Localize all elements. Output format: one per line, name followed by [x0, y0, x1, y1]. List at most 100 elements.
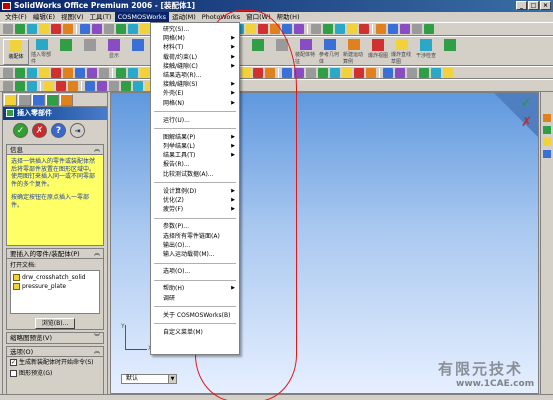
- motion-manager-tab-icon[interactable]: [60, 94, 73, 106]
- menu-item-7[interactable]: 窗口(W): [243, 12, 274, 22]
- menu-item[interactable]: 材料(T) ▶: [151, 43, 239, 52]
- toolbar3-button-icon[interactable]: [395, 67, 405, 78]
- minimize-button[interactable]: _: [516, 1, 527, 10]
- toolbar3-button-icon[interactable]: [366, 67, 376, 78]
- toolbar4-button-icon[interactable]: [56, 80, 66, 91]
- toolbar1-button-icon[interactable]: [104, 24, 114, 34]
- toolbar1-button-icon[interactable]: [270, 24, 280, 34]
- menu-item[interactable]: 参数(P)...: [151, 222, 239, 231]
- command-button-10[interactable]: [247, 39, 269, 65]
- toolbar3-button-icon[interactable]: [306, 67, 316, 78]
- command-button-3[interactable]: [79, 39, 101, 65]
- menu-item[interactable]: 选项(O)...: [151, 267, 239, 276]
- file-explorer-icon[interactable]: [543, 138, 551, 146]
- graphics-preview-checkbox[interactable]: [10, 370, 17, 377]
- command-button-14[interactable]: 新建运动算例: [343, 39, 365, 65]
- menu-item[interactable]: 接触/缝隙(C) ▶: [151, 62, 239, 71]
- menu-item[interactable]: 载荷/约束(L) ▶: [151, 53, 239, 62]
- toolbar3-button-icon[interactable]: [27, 67, 37, 78]
- toolbar3-button-icon[interactable]: [318, 67, 328, 78]
- toolbar4-button-icon[interactable]: [97, 80, 107, 91]
- thumbnail-group-title[interactable]: 缩略图预览(V) ︾: [7, 333, 103, 343]
- command-button-12[interactable]: 装配体特征: [295, 39, 317, 65]
- ok-button[interactable]: ✓: [13, 123, 28, 138]
- toolbar1-button-icon[interactable]: [63, 24, 73, 34]
- toolbar1-button-icon[interactable]: [424, 24, 434, 34]
- command-button-11[interactable]: [271, 39, 293, 65]
- list-item[interactable]: pressure_plate: [13, 282, 97, 291]
- start-command-option[interactable]: ✓ 生成新装配体时开始命令(S): [7, 357, 103, 368]
- toolbar1-button-icon[interactable]: [51, 24, 61, 34]
- menu-item[interactable]: 输入运动载荷(M)...: [151, 250, 239, 259]
- menu-item[interactable]: 结果选项(R)...: [151, 71, 239, 80]
- expand-icon[interactable]: ︾: [94, 333, 100, 343]
- toolbar1-button-icon[interactable]: [412, 24, 422, 34]
- toolbar4-button-icon[interactable]: [109, 80, 119, 91]
- menu-item[interactable]: 优化(Z) ▶: [151, 196, 239, 205]
- command-button-2[interactable]: [55, 39, 77, 65]
- command-button-16[interactable]: 爆炸直线草图: [391, 39, 413, 65]
- toolbar3-button-icon[interactable]: [241, 67, 251, 78]
- cancel-button[interactable]: ✗: [32, 123, 47, 138]
- command-button-15[interactable]: 爆炸视图: [367, 39, 389, 65]
- command-button-13[interactable]: 参考几何体: [319, 39, 341, 65]
- toolbar4-button-icon[interactable]: [3, 80, 13, 91]
- options-group-title[interactable]: 选项(O) ︽: [7, 347, 103, 357]
- toolbar3-button-icon[interactable]: [128, 67, 138, 78]
- toolbar1-button-icon[interactable]: [400, 24, 410, 34]
- menu-item[interactable]: 运行(U)...: [151, 116, 239, 125]
- toolbar1-button-icon[interactable]: [359, 24, 369, 34]
- menu-item-2[interactable]: 视图(V): [58, 12, 87, 22]
- list-item[interactable]: drw_crosshatch_solid: [13, 273, 97, 282]
- toolbar1-button-icon[interactable]: [323, 24, 333, 34]
- toolbar3-button-icon[interactable]: [431, 67, 441, 78]
- toolbar3-button-icon[interactable]: [330, 67, 340, 78]
- toolbar4-button-icon[interactable]: [68, 80, 78, 91]
- resources-icon[interactable]: [543, 114, 551, 122]
- menu-item[interactable]: 选择所有零件链面(A): [151, 232, 239, 241]
- toolbar4-button-icon[interactable]: [121, 80, 131, 91]
- configuration-select[interactable]: 默认 ▼: [121, 374, 177, 384]
- design-library-icon[interactable]: [543, 126, 551, 134]
- menu-item[interactable]: 帮助(H) ▶: [151, 284, 239, 293]
- toolbar3-button-icon[interactable]: [354, 67, 364, 78]
- toolbar3-button-icon[interactable]: [15, 67, 25, 78]
- confirm-ok-icon[interactable]: ✓: [520, 95, 532, 111]
- toolbar3-button-icon[interactable]: [51, 67, 61, 78]
- toolbar1-button-icon[interactable]: [347, 24, 357, 34]
- toolbar3-button-icon[interactable]: [116, 67, 126, 78]
- toolbar1-button-icon[interactable]: [258, 24, 268, 34]
- menu-item[interactable]: 外壳(E) ▶: [151, 89, 239, 98]
- cosmos-manager-tab-icon[interactable]: [46, 94, 59, 106]
- menu-item[interactable]: 关于 COSMOSWorks(B): [151, 311, 239, 320]
- help-button[interactable]: ?: [51, 123, 66, 138]
- toolbar1-button-icon[interactable]: [140, 24, 150, 34]
- toolbar1-button-icon[interactable]: [311, 24, 321, 34]
- toolbar3-button-icon[interactable]: [87, 67, 97, 78]
- toolbar3-button-icon[interactable]: [342, 67, 352, 78]
- menu-item[interactable]: 网格(M) ▶: [151, 34, 239, 43]
- parts-group-title[interactable]: 要插入的零件/装配体(P) ︽: [7, 249, 103, 259]
- toolbar4-button-icon[interactable]: [27, 80, 37, 91]
- menu-item-8[interactable]: 帮助(H): [274, 12, 303, 22]
- toolbar3-button-icon[interactable]: [140, 67, 150, 78]
- toolbar1-button-icon[interactable]: [3, 24, 13, 34]
- start-command-checkbox[interactable]: ✓: [10, 359, 17, 366]
- menu-item-3[interactable]: 工具(T): [87, 12, 115, 22]
- menu-item[interactable]: 自定义菜单(M): [151, 328, 239, 337]
- toolbar3-button-icon[interactable]: [443, 67, 453, 78]
- menu-item-5[interactable]: 运动(M): [169, 12, 199, 22]
- property-manager-tab-icon[interactable]: [18, 94, 31, 106]
- command-button-1[interactable]: 插入零部件: [31, 39, 53, 65]
- command-button-17[interactable]: 干涉检查: [415, 39, 437, 65]
- toolbar1-button-icon[interactable]: [335, 24, 345, 34]
- menu-item[interactable]: 输出(O)...: [151, 241, 239, 250]
- toolbar3-button-icon[interactable]: [282, 67, 292, 78]
- command-button-18[interactable]: [439, 39, 461, 65]
- menu-item-4[interactable]: COSMOSWorks: [114, 12, 170, 22]
- toolbar3-button-icon[interactable]: [383, 67, 393, 78]
- menu-item[interactable]: 设计算例(D) ▶: [151, 187, 239, 196]
- menu-item[interactable]: 比较测试数据(A)...: [151, 170, 239, 179]
- menu-item[interactable]: 图解结果(P) ▶: [151, 133, 239, 142]
- collapse-icon[interactable]: ︽: [94, 347, 100, 357]
